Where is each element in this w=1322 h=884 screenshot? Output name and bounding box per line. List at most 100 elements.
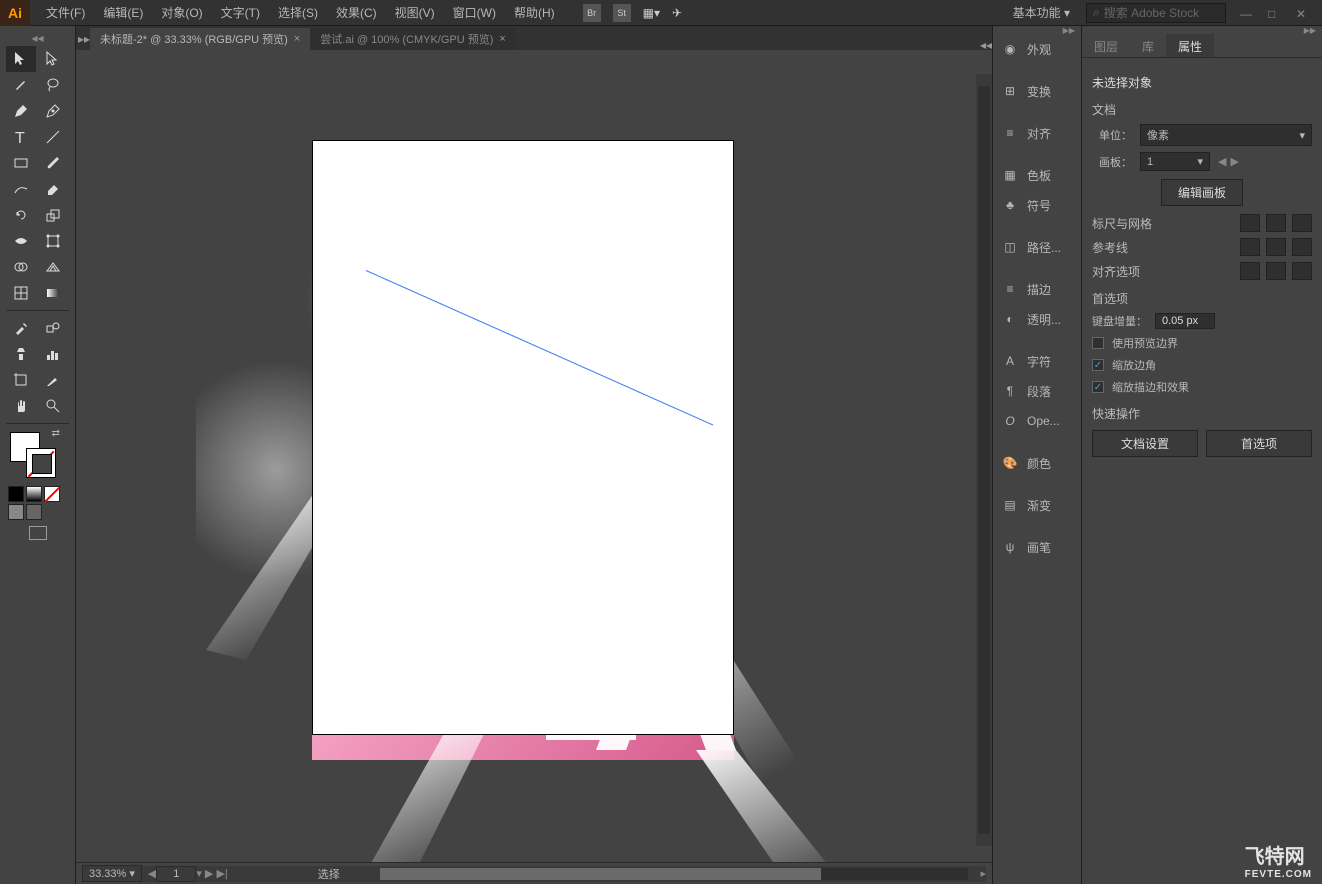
panel-transform[interactable]: ⊞变换	[993, 76, 1081, 106]
menu-view[interactable]: 视图(V)	[387, 0, 443, 25]
pen-tool[interactable]	[6, 98, 36, 124]
panel-character[interactable]: A字符	[993, 346, 1081, 376]
close-tab-icon[interactable]: ×	[499, 33, 505, 45]
type-tool[interactable]: T	[6, 124, 36, 150]
blend-tool[interactable]	[38, 315, 68, 341]
eraser-tool[interactable]	[38, 176, 68, 202]
scrollbar-vertical[interactable]	[976, 74, 992, 846]
column-graph-tool[interactable]	[38, 341, 68, 367]
color-mode-icon[interactable]	[8, 486, 24, 502]
document-tab-1[interactable]: 未标题-2* @ 33.33% (RGB/GPU 预览) ×	[90, 28, 310, 50]
panel-appearance[interactable]: ◉外观	[993, 34, 1081, 64]
line-tool[interactable]	[38, 124, 68, 150]
direct-selection-tool[interactable]	[38, 46, 68, 72]
search-input[interactable]: ⌕ 搜索 Adobe Stock	[1086, 3, 1226, 23]
snap-grid-icon[interactable]	[1292, 262, 1312, 280]
close-tab-icon[interactable]: ×	[294, 33, 300, 45]
document-setup-button[interactable]: 文档设置	[1092, 430, 1198, 457]
maximize-icon[interactable]: □	[1268, 7, 1280, 19]
panel-color[interactable]: 🎨颜色	[993, 448, 1081, 478]
panel-symbols[interactable]: ♣符号	[993, 190, 1081, 220]
panel-gradient[interactable]: ▤渐变	[993, 490, 1081, 520]
stock-icon[interactable]: St	[613, 4, 631, 22]
scale-stroke-checkbox[interactable]	[1092, 381, 1104, 393]
artboard-nav[interactable]: 1	[156, 866, 196, 882]
tab-layers[interactable]: 图层	[1082, 34, 1130, 57]
right-collapse-icon[interactable]: ▶▶	[1082, 26, 1322, 34]
mesh-tool[interactable]	[6, 280, 36, 306]
panels-collapse-right-icon[interactable]: ◀◀	[980, 41, 992, 50]
artboard-next-icon[interactable]: ▶	[1230, 155, 1238, 168]
rotate-tool[interactable]	[6, 202, 36, 228]
kb-increment-input[interactable]: 0.05 px	[1155, 313, 1215, 329]
gradient-mode-icon[interactable]	[26, 486, 42, 502]
paintbrush-tool[interactable]	[38, 150, 68, 176]
unit-select[interactable]: 像素▾	[1140, 124, 1312, 146]
shaper-tool[interactable]	[6, 176, 36, 202]
toolbar-collapse-icon[interactable]: ◀◀	[0, 34, 75, 42]
workspace-selector[interactable]: 基本功能 ▾	[1003, 1, 1080, 24]
menu-window[interactable]: 窗口(W)	[445, 0, 504, 25]
draw-behind-icon[interactable]	[26, 504, 42, 520]
panel-align[interactable]: ≡对齐	[993, 118, 1081, 148]
rectangle-tool[interactable]	[6, 150, 36, 176]
panel-swatches[interactable]: ▦色板	[993, 160, 1081, 190]
ruler-icon[interactable]	[1240, 214, 1260, 232]
dock-collapse-icon[interactable]: ▶▶	[993, 26, 1081, 34]
smart-guides-icon[interactable]	[1292, 238, 1312, 256]
selection-tool[interactable]	[6, 46, 36, 72]
none-mode-icon[interactable]	[44, 486, 60, 502]
menu-edit[interactable]: 编辑(E)	[95, 0, 151, 25]
screen-mode-icon[interactable]	[29, 526, 47, 540]
close-icon[interactable]: ✕	[1296, 7, 1308, 19]
swap-colors-icon[interactable]: ⇄	[52, 428, 60, 439]
minimize-icon[interactable]: —	[1240, 7, 1252, 19]
scale-corners-checkbox[interactable]	[1092, 359, 1104, 371]
document-tab-2[interactable]: 尝试.ai @ 100% (CMYK/GPU 预览) ×	[310, 28, 516, 50]
symbol-sprayer-tool[interactable]	[6, 341, 36, 367]
gpu-icon[interactable]: ✈	[672, 6, 682, 20]
canvas-viewport[interactable]	[76, 50, 992, 862]
guide-visibility-icon[interactable]	[1240, 238, 1260, 256]
panel-opentype[interactable]: OOpe...	[993, 406, 1081, 436]
free-transform-tool[interactable]	[38, 228, 68, 254]
edit-artboard-button[interactable]: 编辑画板	[1161, 179, 1243, 206]
menu-type[interactable]: 文字(T)	[213, 0, 268, 25]
tab-properties[interactable]: 属性	[1166, 34, 1214, 57]
menu-file[interactable]: 文件(F)	[38, 0, 93, 25]
snap-pixel-icon[interactable]	[1240, 262, 1260, 280]
artboard-prev-icon[interactable]: ◀	[1218, 155, 1226, 168]
width-tool[interactable]	[6, 228, 36, 254]
hand-tool[interactable]	[6, 393, 36, 419]
tab-libraries[interactable]: 库	[1130, 34, 1166, 57]
preview-bounds-checkbox[interactable]	[1092, 337, 1104, 349]
bridge-icon[interactable]: Br	[583, 4, 601, 22]
grid-icon[interactable]	[1266, 214, 1286, 232]
magic-wand-tool[interactable]	[6, 72, 36, 98]
zoom-tool[interactable]	[38, 393, 68, 419]
menu-object[interactable]: 对象(O)	[153, 0, 210, 25]
panel-brushes[interactable]: ψ画笔	[993, 532, 1081, 562]
panel-transparency[interactable]: ◐透明...	[993, 304, 1081, 334]
perspective-grid-tool[interactable]	[38, 254, 68, 280]
preferences-button[interactable]: 首选项	[1206, 430, 1312, 457]
guide-lock-icon[interactable]	[1266, 238, 1286, 256]
snap-point-icon[interactable]	[1266, 262, 1286, 280]
arrange-icon[interactable]: ▦▾	[643, 6, 660, 20]
panel-paragraph[interactable]: ¶段落	[993, 376, 1081, 406]
menu-select[interactable]: 选择(S)	[270, 0, 326, 25]
menu-help[interactable]: 帮助(H)	[506, 0, 563, 25]
panel-pathfinder[interactable]: ◫路径...	[993, 232, 1081, 262]
zoom-field[interactable]: 33.33% ▾	[82, 865, 142, 882]
menu-effect[interactable]: 效果(C)	[328, 0, 385, 25]
panel-stroke[interactable]: ≡描边	[993, 274, 1081, 304]
fill-stroke-swatch[interactable]: ⇄	[10, 432, 56, 478]
lasso-tool[interactable]	[38, 72, 68, 98]
stroke-color[interactable]	[26, 448, 56, 478]
artboard-tool[interactable]	[6, 367, 36, 393]
gradient-tool[interactable]	[38, 280, 68, 306]
draw-normal-icon[interactable]	[8, 504, 24, 520]
panels-collapse-left-icon[interactable]: ▸▸	[78, 28, 90, 50]
curvature-tool[interactable]	[38, 98, 68, 124]
artboard-select[interactable]: 1▾	[1140, 152, 1210, 171]
